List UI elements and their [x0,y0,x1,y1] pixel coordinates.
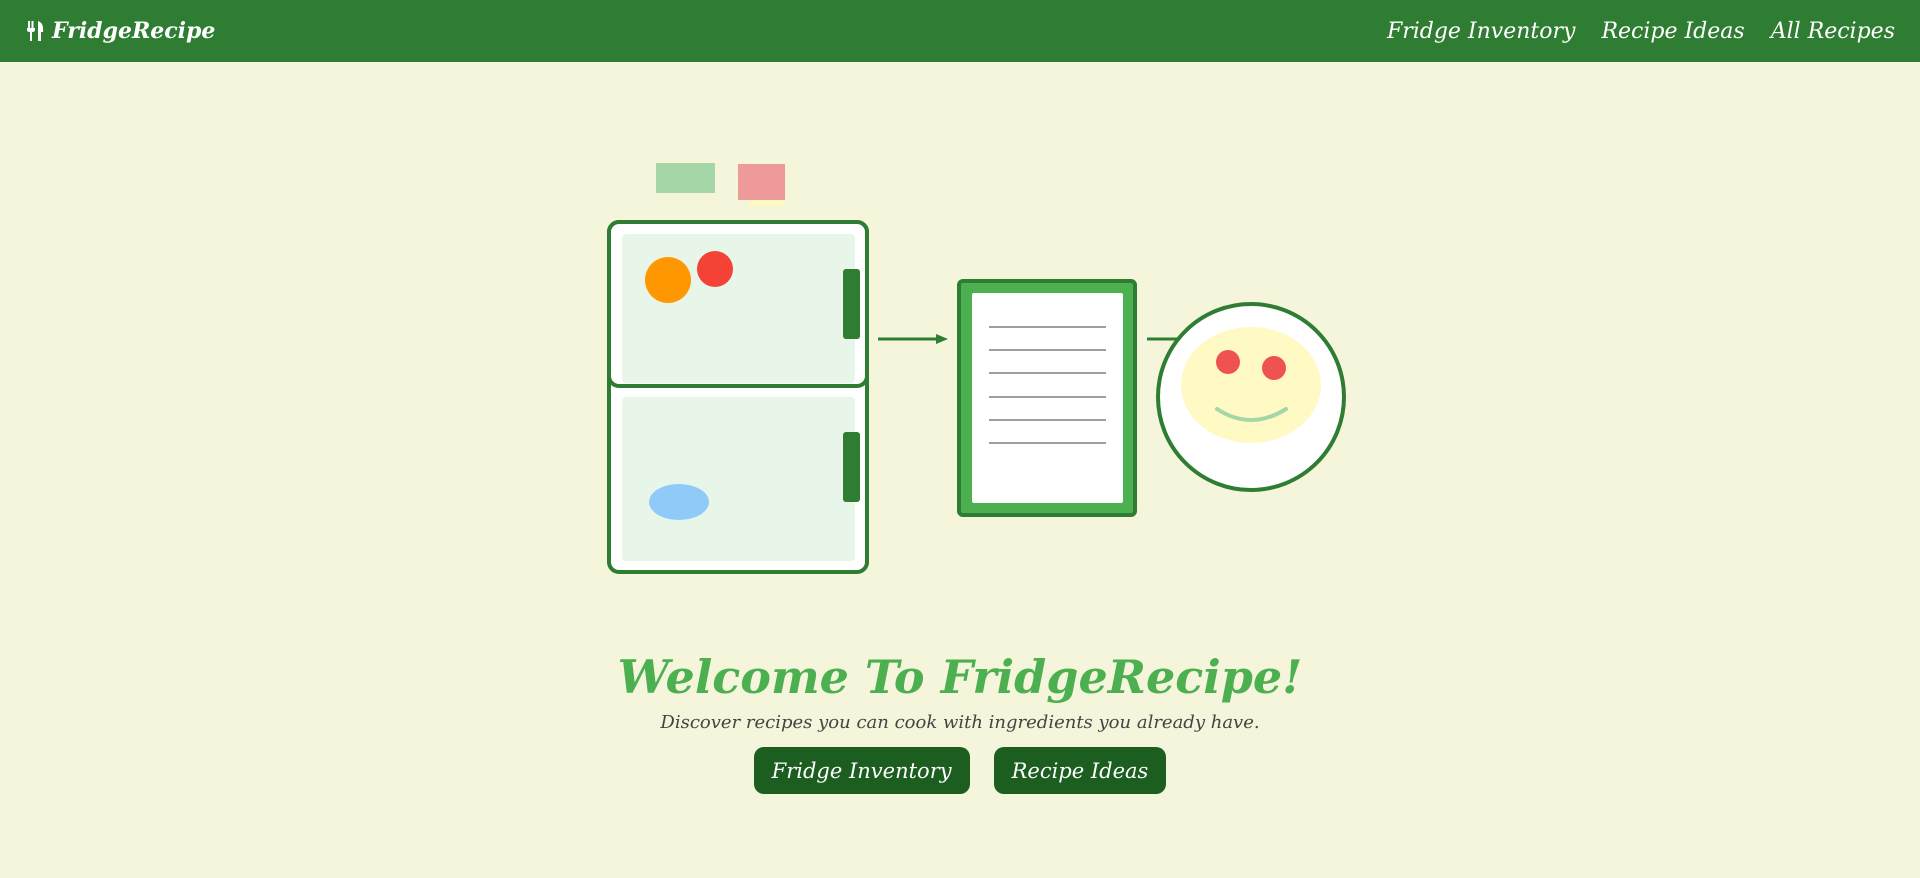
nav-link-all-recipes[interactable]: All Recipes [1771,19,1895,44]
fridge-icon [607,220,869,574]
cta-button-row: Fridge Inventory Recipe Ideas [0,747,1920,794]
recipe-book-icon [957,279,1137,517]
sticky-note-green [656,163,715,193]
arrow-right-icon [878,334,948,344]
fridge-inventory-button[interactable]: Fridge Inventory [753,747,970,794]
nav-link-fridge-inventory[interactable]: Fridge Inventory [1387,19,1576,44]
brand-name: FridgeRecipe [52,18,216,44]
brand-link[interactable]: FridgeRecipe [26,18,215,44]
recipe-ideas-button[interactable]: Recipe Ideas [993,747,1167,794]
top-navbar: FridgeRecipe Fridge Inventory Recipe Ide… [0,0,1920,62]
plate-icon [1156,302,1346,492]
hero-illustration [607,163,1346,574]
page-subtitle: Discover recipes you can cook with ingre… [660,712,1260,733]
page-title: Welcome To FridgeRecipe! [617,650,1303,704]
utensils-icon [26,20,46,42]
sticky-note-pink [738,164,785,200]
nav-link-recipe-ideas[interactable]: Recipe Ideas [1601,19,1744,44]
nav-links: Fridge Inventory Recipe Ideas All Recipe… [1361,19,1895,44]
